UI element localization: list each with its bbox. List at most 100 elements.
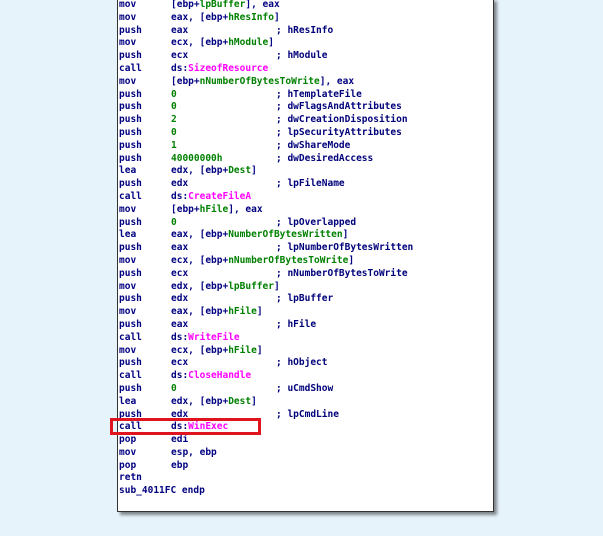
operand: edi bbox=[171, 434, 189, 446]
asm-line[interactable]: push 0 ; lpOverlapped bbox=[119, 217, 493, 230]
comment: ; hTemplateFile bbox=[276, 88, 362, 100]
asm-line[interactable]: push 0 ; dwFlagsAndAttributes bbox=[119, 101, 493, 114]
mnemonic: push bbox=[119, 50, 142, 62]
mnemonic: push bbox=[119, 267, 142, 279]
operand: ecx, [ebp+ bbox=[171, 254, 229, 266]
asm-line[interactable]: lea edx, [ebp+Dest] bbox=[119, 165, 493, 178]
asm-line[interactable]: mov [ebp+lpBuffer], eax bbox=[119, 0, 493, 12]
operand: edx bbox=[171, 178, 189, 190]
operand: eax, [ebp+ bbox=[171, 306, 229, 318]
asm-line[interactable]: push edx ; lpBuffer bbox=[119, 293, 493, 306]
asm-line[interactable]: mov eax, [ebp+hFile] bbox=[119, 306, 493, 319]
asm-line[interactable]: call ds:SizeofResource bbox=[119, 63, 493, 76]
symbol-name[interactable]: 1 bbox=[171, 140, 177, 151]
comment: ; lpCmdLine bbox=[276, 408, 339, 420]
mnemonic: mov bbox=[119, 37, 137, 49]
mnemonic: push bbox=[119, 139, 142, 151]
asm-line[interactable]: lea eax, [ebp+NumberOfBytesWritten] bbox=[119, 229, 493, 242]
asm-line[interactable]: retn bbox=[119, 472, 493, 485]
comment: ; lpBuffer bbox=[276, 293, 334, 305]
operand: eax bbox=[171, 318, 189, 330]
symbol-name[interactable]: hResInfo bbox=[228, 12, 274, 23]
asm-line[interactable]: mov esp, ebp bbox=[119, 447, 493, 460]
asm-line[interactable]: mov [ebp+nNumberOfBytesToWrite], eax bbox=[119, 76, 493, 89]
symbol-name[interactable]: 0 bbox=[171, 101, 177, 112]
operand: ecx bbox=[171, 267, 189, 279]
operand: [ebp+ bbox=[171, 203, 200, 215]
asm-line[interactable]: push 2 ; dwCreationDisposition bbox=[119, 114, 493, 127]
asm-line[interactable]: push 40000000h ; dwDesiredAccess bbox=[119, 153, 493, 166]
symbol-name[interactable]: Dest bbox=[228, 165, 251, 176]
comment: ; dwDesiredAccess bbox=[276, 152, 374, 164]
comment: ; dwFlagsAndAttributes bbox=[276, 101, 402, 113]
symbol-name[interactable]: 40000000h bbox=[171, 153, 222, 164]
symbol-name[interactable]: lpBuffer bbox=[200, 0, 246, 10]
symbol-name[interactable]: hFile bbox=[200, 204, 229, 215]
comment: ; lpFileName bbox=[276, 178, 345, 190]
symbol-name[interactable]: nNumberOfBytesToWrite bbox=[228, 255, 348, 266]
api-name[interactable]: CloseHandle bbox=[188, 370, 251, 381]
asm-line[interactable]: push 0 ; lpSecurityAttributes bbox=[119, 127, 493, 140]
mnemonic: mov bbox=[119, 280, 137, 292]
asm-line[interactable]: push 0 ; uCmdShow bbox=[119, 383, 493, 396]
operand: eax bbox=[171, 242, 189, 254]
mnemonic: pop bbox=[119, 434, 137, 446]
symbol-name[interactable]: Dest bbox=[228, 396, 251, 407]
asm-line[interactable]: push eax ; hResInfo bbox=[119, 25, 493, 38]
symbol-name[interactable]: lpBuffer bbox=[228, 281, 274, 292]
operand: ebp bbox=[171, 459, 189, 471]
asm-line[interactable]: push ecx ; hObject bbox=[119, 357, 493, 370]
asm-line[interactable]: pop ebp bbox=[119, 460, 493, 473]
asm-line[interactable]: push eax ; hFile bbox=[119, 319, 493, 332]
asm-line[interactable]: mov eax, [ebp+hResInfo] bbox=[119, 12, 493, 25]
asm-line[interactable]: mov ecx, [ebp+hFile] bbox=[119, 345, 493, 358]
mnemonic: lea bbox=[119, 165, 137, 177]
mnemonic: push bbox=[119, 24, 142, 36]
asm-line[interactable]: mov edx, [ebp+lpBuffer] bbox=[119, 281, 493, 294]
symbol-name[interactable]: hFile bbox=[228, 345, 257, 356]
asm-line[interactable]: pop edi bbox=[119, 434, 493, 447]
mnemonic: mov bbox=[119, 11, 137, 23]
asm-line[interactable]: mov [ebp+hFile], eax bbox=[119, 204, 493, 217]
asm-line[interactable]: push ecx ; hModule bbox=[119, 50, 493, 63]
mnemonic: mov bbox=[119, 0, 137, 10]
mnemonic: push bbox=[119, 382, 142, 394]
asm-line[interactable]: push eax ; lpNumberOfBytesWritten bbox=[119, 242, 493, 255]
asm-line[interactable]: mov ecx, [ebp+hModule] bbox=[119, 37, 493, 50]
symbol-name[interactable]: 2 bbox=[171, 114, 177, 125]
symbol-name[interactable]: NumberOfBytesWritten bbox=[228, 229, 342, 240]
mnemonic: push bbox=[119, 114, 142, 126]
asm-line[interactable]: push ecx ; nNumberOfBytesToWrite bbox=[119, 268, 493, 281]
mnemonic: call bbox=[119, 331, 142, 343]
asm-line[interactable]: lea edx, [ebp+Dest] bbox=[119, 396, 493, 409]
mnemonic: call bbox=[119, 190, 142, 202]
operand: ds: bbox=[171, 370, 189, 382]
asm-line[interactable]: call ds:WriteFile bbox=[119, 332, 493, 345]
operand: ds: bbox=[171, 190, 189, 202]
operand: edx bbox=[171, 293, 189, 305]
asm-line[interactable]: call ds:CreateFileA bbox=[119, 191, 493, 204]
asm-line[interactable]: call ds:CloseHandle bbox=[119, 370, 493, 383]
asm-line[interactable]: sub_4011FC endp bbox=[119, 485, 493, 498]
mnemonic: mov bbox=[119, 254, 137, 266]
comment: ; hObject bbox=[276, 357, 328, 369]
mnemonic: lea bbox=[119, 229, 137, 241]
symbol-name[interactable]: 0 bbox=[171, 383, 177, 394]
mnemonic: push bbox=[119, 293, 142, 305]
api-name[interactable]: CreateFileA bbox=[188, 191, 251, 202]
symbol-name[interactable]: hModule bbox=[228, 37, 268, 48]
api-name[interactable]: SizeofResource bbox=[188, 63, 268, 74]
asm-line[interactable]: push edx ; lpFileName bbox=[119, 178, 493, 191]
api-name[interactable]: WriteFile bbox=[188, 332, 239, 343]
operand: ] bbox=[273, 280, 280, 292]
symbol-name[interactable]: 0 bbox=[171, 89, 177, 100]
asm-line[interactable]: mov ecx, [ebp+nNumberOfBytesToWrite] bbox=[119, 255, 493, 268]
symbol-name[interactable]: hFile bbox=[228, 306, 257, 317]
operand: eax bbox=[171, 24, 189, 36]
operand: edx, [ebp+ bbox=[171, 395, 229, 407]
symbol-name[interactable]: 0 bbox=[171, 127, 177, 138]
symbol-name[interactable]: 0 bbox=[171, 217, 177, 228]
asm-line[interactable]: push 1 ; dwShareMode bbox=[119, 140, 493, 153]
symbol-name[interactable]: nNumberOfBytesToWrite bbox=[200, 76, 320, 87]
asm-line[interactable]: push 0 ; hTemplateFile bbox=[119, 89, 493, 102]
